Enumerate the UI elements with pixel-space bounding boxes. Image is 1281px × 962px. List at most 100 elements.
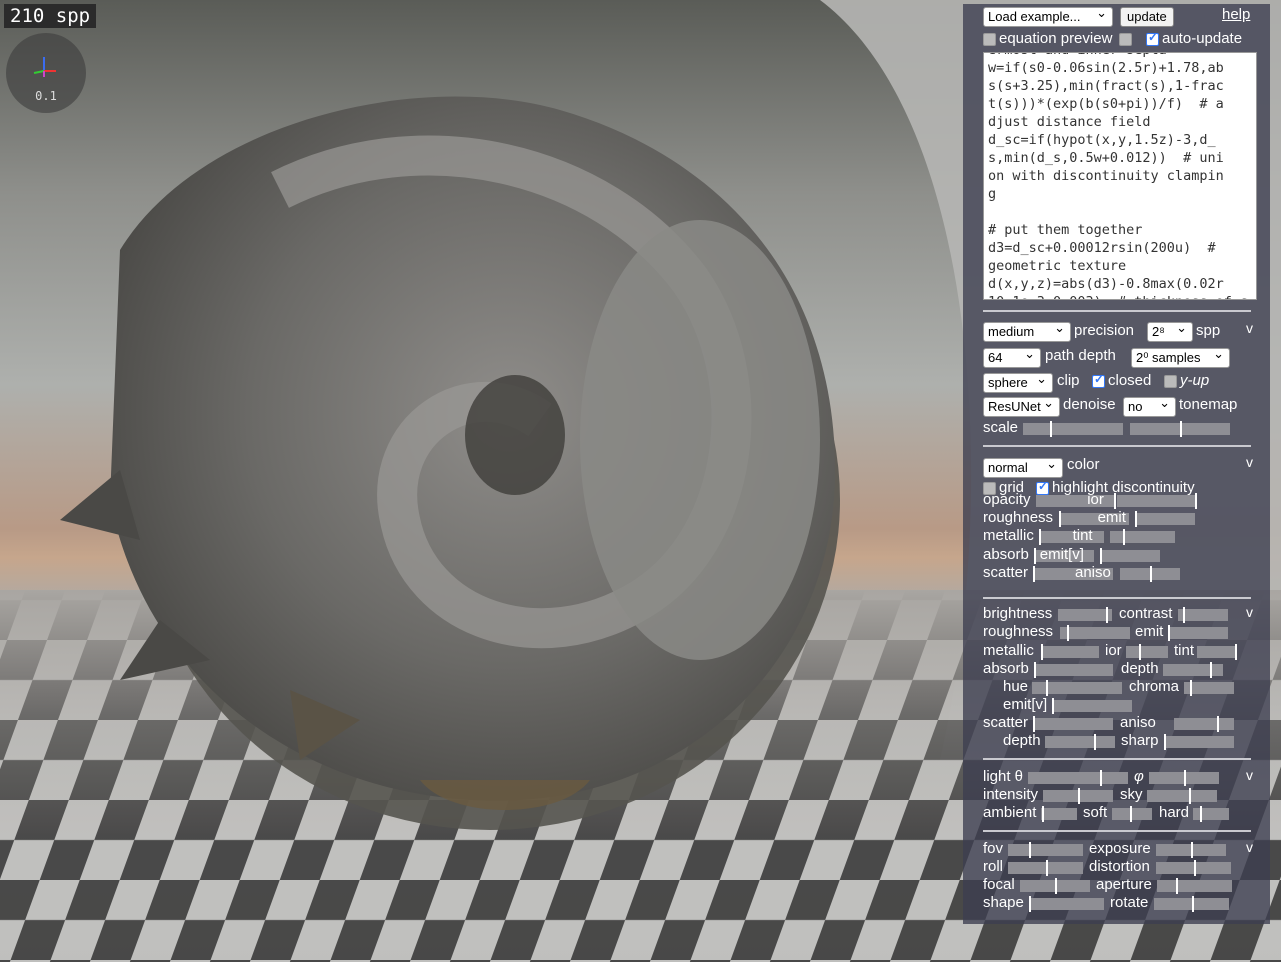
material-emitv-label: emit[v] <box>1039 546 1084 563</box>
scale-secondary-slider[interactable] <box>1130 421 1230 437</box>
help-link[interactable]: help <box>1222 6 1250 23</box>
hard-slider[interactable] <box>1193 806 1229 822</box>
closed-checkbox[interactable] <box>1092 372 1105 388</box>
distortion-slider[interactable] <box>1156 860 1231 876</box>
collapse-background-caret[interactable]: v <box>1246 604 1253 620</box>
material-emitv-slider[interactable] <box>1100 548 1160 564</box>
material-opacity-slider[interactable] <box>1036 493 1116 509</box>
equation-editor[interactable]: ermost and inner septaw=if(s0-0.06sin(2.… <box>983 52 1257 300</box>
highlight-discontinuity-checkbox[interactable] <box>1036 479 1049 495</box>
contrast-slider[interactable] <box>1178 607 1228 623</box>
auto-update-label: auto-update <box>1162 30 1243 47</box>
hard-label: hard <box>1159 804 1190 821</box>
exposure-slider[interactable] <box>1156 842 1226 858</box>
load-example-select[interactable]: Load example... <box>983 4 1113 27</box>
tonemap-select[interactable]: no <box>1123 394 1176 417</box>
fov-label: fov <box>983 840 1004 857</box>
material-tint-slider[interactable] <box>1110 529 1175 545</box>
bg-roughness-slider[interactable] <box>1060 625 1130 641</box>
material-scatter-label: scatter <box>983 564 1029 581</box>
bg-emitv-slider[interactable] <box>1052 698 1132 714</box>
color-label: color <box>1067 456 1100 473</box>
code-line: d3=d_sc+0.00012rsin(200u) # <box>988 240 1216 256</box>
extra-checkbox[interactable] <box>1119 33 1132 46</box>
intensity-slider[interactable] <box>1043 788 1113 804</box>
code-line: s(s+3.25),min(fract(s),1-frac <box>988 78 1224 94</box>
bg-absorb-slider[interactable] <box>1034 662 1113 678</box>
material-aniso-label: aniso <box>1075 564 1111 581</box>
code-line: djust distance field <box>988 114 1151 130</box>
intensity-label: intensity <box>983 786 1039 803</box>
quality-select[interactable]: medium <box>983 319 1071 342</box>
brightness-slider[interactable] <box>1058 607 1112 623</box>
aperture-slider[interactable] <box>1157 878 1232 894</box>
color-mode-select[interactable]: normal <box>983 455 1063 478</box>
ambient-label: ambient <box>983 804 1037 821</box>
code-line: d(x,y,z)=abs(d3)-0.8max(0.02r <box>988 276 1224 292</box>
code-line: t(s)))*(exp(b(s0+pi))/f) # a <box>988 96 1224 112</box>
collapse-light-caret[interactable]: v <box>1246 767 1253 783</box>
code-line: d_sc=if(hypot(x,y,1.5z)-3,d_ <box>988 132 1216 148</box>
bg-ior-slider[interactable] <box>1126 644 1168 660</box>
scale-label: scale <box>983 419 1019 436</box>
focal-slider[interactable] <box>1020 878 1090 894</box>
material-emit-label: emit <box>1097 509 1126 526</box>
clip-select[interactable]: sphere <box>983 370 1053 393</box>
collapse-camera-caret[interactable]: v <box>1246 839 1253 855</box>
y-up-checkbox[interactable] <box>1164 375 1177 388</box>
chroma-label: chroma <box>1129 678 1180 695</box>
axes-scale-label: 0.1 <box>35 89 57 103</box>
collapse-material-caret[interactable]: v <box>1246 454 1253 470</box>
hue-slider[interactable] <box>1032 680 1122 696</box>
fov-slider[interactable] <box>1008 842 1083 858</box>
material-emit-slider[interactable] <box>1135 511 1195 527</box>
collapse-render-caret[interactable]: v <box>1246 320 1253 336</box>
denoise-select[interactable]: ResUNet <box>983 394 1060 417</box>
equation-preview-checkbox[interactable] <box>983 33 996 46</box>
clip-label: clip <box>1057 372 1080 389</box>
sharp-slider[interactable] <box>1164 734 1234 750</box>
bg-aniso-label: aniso <box>1120 714 1156 731</box>
scale-slider[interactable] <box>1023 421 1123 437</box>
light-phi-slider[interactable] <box>1149 770 1219 786</box>
separator <box>983 758 1251 760</box>
bg-metallic-slider[interactable] <box>1041 644 1099 660</box>
bg-tint-slider[interactable] <box>1197 644 1237 660</box>
bg-scatter-slider[interactable] <box>1033 716 1113 732</box>
light-phi-label: φ <box>1134 768 1144 785</box>
axes-gizmo[interactable]: 0.1 <box>6 33 86 113</box>
bg-depth2-slider[interactable] <box>1045 734 1115 750</box>
precision-label: precision <box>1074 322 1135 339</box>
rotate-slider[interactable] <box>1154 896 1229 912</box>
light-theta-slider[interactable] <box>1028 770 1128 786</box>
update-button[interactable]: update <box>1120 7 1174 27</box>
material-ior-slider[interactable] <box>1117 493 1197 509</box>
ambient-slider[interactable] <box>1041 806 1077 822</box>
material-absorb-label: absorb <box>983 546 1029 563</box>
soft-slider[interactable] <box>1112 806 1152 822</box>
y-up-label: y-up <box>1180 372 1210 389</box>
path-depth-select[interactable]: 64 <box>983 345 1041 368</box>
hue-label: hue <box>1003 678 1029 695</box>
bg-emit-slider[interactable] <box>1168 625 1228 641</box>
sharp-label: sharp <box>1121 732 1159 749</box>
spp-select[interactable]: 2⁸ <box>1147 319 1193 342</box>
material-aniso-slider[interactable] <box>1120 566 1180 582</box>
control-panel: Load example... update help equation pre… <box>963 4 1270 924</box>
auto-update-checkbox[interactable] <box>1146 30 1159 46</box>
separator <box>983 597 1251 599</box>
bg-scatter-label: scatter <box>983 714 1029 731</box>
shape-label: shape <box>983 894 1024 911</box>
bg-aniso-slider[interactable] <box>1174 716 1234 732</box>
material-metallic-slider[interactable] <box>1039 529 1104 545</box>
sky-label: sky <box>1120 786 1143 803</box>
shape-slider[interactable] <box>1029 896 1104 912</box>
chroma-slider[interactable] <box>1184 680 1234 696</box>
rotate-label: rotate <box>1110 894 1149 911</box>
aperture-label: aperture <box>1096 876 1152 893</box>
samples-select[interactable]: 2⁰ samples <box>1131 345 1230 368</box>
roll-label: roll <box>983 858 1004 875</box>
roll-slider[interactable] <box>1008 860 1083 876</box>
sky-slider[interactable] <box>1147 788 1217 804</box>
bg-depth-slider[interactable] <box>1163 662 1223 678</box>
